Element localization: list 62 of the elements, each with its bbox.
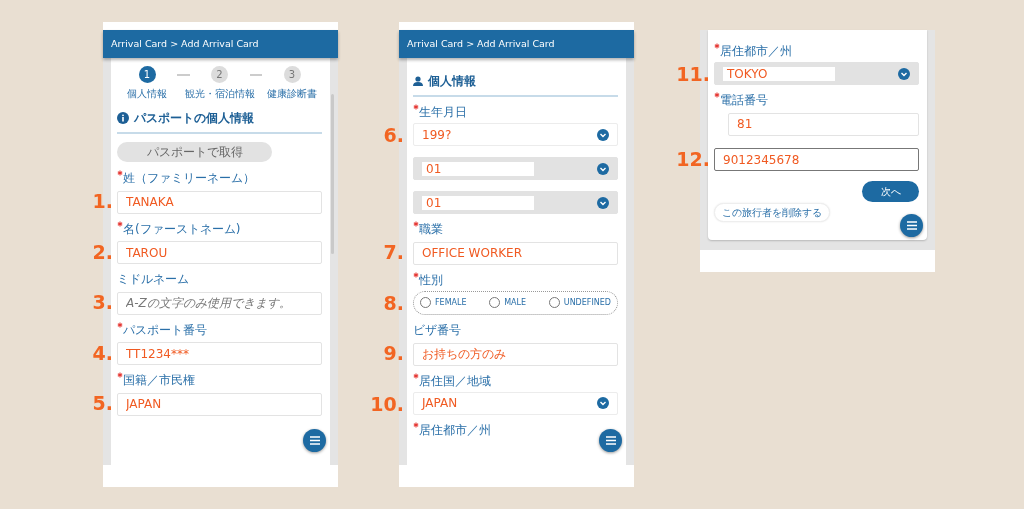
input-field[interactable]: OFFICE WORKER — [413, 241, 618, 265]
input-field[interactable]: TT1234*** — [117, 342, 322, 366]
field-label: パスポート番号 — [123, 321, 207, 338]
chevron-down-icon — [597, 196, 609, 209]
step-label: 健康診断書 — [267, 87, 317, 102]
input-field[interactable]: TAROU — [117, 241, 322, 265]
step-number: 12. — [676, 147, 710, 171]
step-number: 9. — [383, 341, 404, 365]
dropdown[interactable]: JAPAN — [413, 391, 618, 415]
menu-icon — [906, 221, 917, 230]
person-icon — [413, 76, 423, 87]
delete-button[interactable]: この旅行者を削除する — [714, 203, 830, 222]
step-label: 個人情報 — [127, 87, 167, 102]
menu-icon — [605, 436, 616, 445]
step-number: 4. — [92, 341, 113, 365]
input-field[interactable]: お持ちの方のみ — [413, 342, 618, 366]
step-circle[interactable]: 2 — [211, 66, 228, 84]
step-number: 2. — [92, 240, 113, 264]
input-field[interactable]: JAPAN — [117, 392, 322, 416]
field-label: 居住国／地域 — [419, 372, 491, 389]
passport-button[interactable]: パスポートで取得 — [117, 142, 272, 163]
step-number: 6. — [383, 124, 404, 148]
field-label: 国籍／市民権 — [123, 372, 195, 389]
field-label: 電話番号 — [720, 92, 768, 108]
dropdown[interactable]: 199? — [413, 123, 618, 147]
field-label: 名(ファーストネーム) — [123, 220, 241, 237]
step-circle[interactable]: 1 — [138, 66, 156, 84]
input-field[interactable]: A-Zの文字のみ使用できます。 — [117, 291, 322, 315]
section-title: 個人情報 — [428, 73, 476, 91]
menu-icon — [309, 436, 320, 445]
chevron-down-icon — [597, 128, 609, 141]
input-field[interactable]: 9012345678 — [714, 148, 919, 171]
radio-option[interactable]: FEMALE — [420, 296, 467, 309]
step-number: 8. — [383, 291, 404, 315]
chevron-down-icon — [597, 397, 609, 410]
step-number: 7. — [383, 241, 404, 265]
radio-option[interactable]: MALE — [489, 296, 527, 309]
country-code-field[interactable]: 81 — [728, 112, 919, 136]
section-title: パスポートの個人情報 — [134, 110, 254, 128]
step-circle[interactable]: 3 — [283, 66, 301, 84]
input-field[interactable]: TANAKA — [117, 190, 322, 214]
chevron-down-icon — [597, 162, 609, 175]
field-label: 生年月日 — [419, 104, 467, 121]
field-label: 居住都市／州 — [720, 43, 792, 59]
app-header: Arrival Card > Add Arrival Card — [103, 30, 338, 59]
field-label: 姓（ファミリーネーム） — [123, 170, 255, 187]
field-label: 居住都市／州 — [419, 421, 491, 438]
step-number: 10. — [370, 392, 404, 416]
field-label: 性別 — [419, 271, 443, 288]
chevron-down-icon — [898, 67, 910, 80]
radio-option[interactable]: UNDEFINED — [548, 296, 611, 309]
field-label: 職業 — [419, 221, 443, 238]
step-label: 観光・宿泊情報 — [184, 87, 255, 102]
info-icon — [117, 112, 129, 125]
field-label: ビザ番号 — [413, 321, 461, 338]
step-number: 3. — [92, 291, 113, 315]
app-header: Arrival Card > Add Arrival Card — [399, 30, 634, 59]
field-label: ミドルネーム — [117, 271, 189, 288]
step-number: 5. — [92, 392, 113, 416]
next-button[interactable]: 次へ — [862, 181, 919, 202]
step-number: 11. — [676, 63, 710, 86]
step-number: 1. — [92, 190, 113, 214]
